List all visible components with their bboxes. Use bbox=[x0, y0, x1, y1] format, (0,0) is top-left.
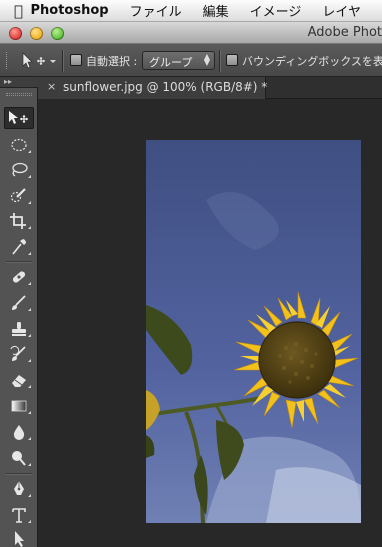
type-icon bbox=[12, 508, 26, 523]
type-tool[interactable] bbox=[4, 504, 34, 526]
path-selection-icon bbox=[15, 531, 24, 547]
eyedropper-icon bbox=[12, 239, 26, 255]
eyedropper-tool[interactable] bbox=[4, 236, 34, 258]
pen-tool[interactable] bbox=[4, 478, 34, 500]
blur-tool[interactable] bbox=[4, 421, 34, 443]
elliptical-marquee-tool[interactable] bbox=[4, 134, 34, 156]
document-tab-bar: × sunflower.jpg @ 100% (RGB/8#) * bbox=[38, 77, 382, 99]
crop-tool[interactable] bbox=[4, 210, 34, 232]
pen-icon bbox=[14, 481, 24, 495]
document-tab-label: sunflower.jpg @ 100% (RGB/8#) * bbox=[63, 80, 268, 94]
menu-layer[interactable]: レイヤ bbox=[322, 1, 361, 20]
close-icon[interactable]: × bbox=[47, 80, 56, 93]
menu-file[interactable]: ファイル bbox=[130, 1, 182, 20]
window-title-bar: Adobe Phot bbox=[0, 22, 382, 44]
lasso-icon bbox=[12, 162, 28, 177]
sunflower-photo[interactable] bbox=[146, 140, 361, 523]
move-icon bbox=[9, 111, 28, 124]
eraser-icon bbox=[12, 375, 26, 387]
spot-healing-brush-icon bbox=[12, 271, 26, 283]
mac-menu-bar:  Photoshop ファイル 編集 イメージ レイヤ bbox=[0, 0, 382, 22]
auto-select-label: 自動選択 : bbox=[86, 55, 138, 68]
window-close-button[interactable] bbox=[9, 27, 22, 40]
clone-stamp-tool[interactable] bbox=[4, 318, 34, 340]
dropdown-arrows-icon: ▲ ▼ bbox=[203, 52, 210, 67]
move-tool[interactable] bbox=[4, 107, 34, 129]
path-selection-tool[interactable] bbox=[4, 527, 34, 547]
tool-group-separator bbox=[6, 473, 32, 474]
spot-healing-brush-tool[interactable] bbox=[4, 266, 34, 288]
tool-group-separator bbox=[6, 261, 32, 262]
options-bar-grip[interactable] bbox=[6, 52, 9, 69]
tools-panel: ▸▸ bbox=[0, 77, 38, 547]
tools-panel-collapse[interactable]: ▸▸ bbox=[0, 77, 38, 88]
gradient-tool[interactable] bbox=[4, 395, 34, 417]
menu-app-photoshop[interactable]: Photoshop bbox=[31, 3, 109, 18]
tool-preset-picker[interactable] bbox=[20, 50, 60, 72]
lasso-tool[interactable] bbox=[4, 159, 34, 181]
options-separator bbox=[62, 50, 63, 72]
move-tool-preset-icon bbox=[22, 52, 56, 69]
window-title: Adobe Phot bbox=[307, 25, 382, 40]
bounding-box-checkbox[interactable] bbox=[226, 54, 238, 66]
window-zoom-button[interactable] bbox=[51, 27, 64, 40]
history-brush-icon bbox=[10, 345, 26, 361]
menu-edit[interactable]: 編集 bbox=[203, 1, 229, 20]
elliptical-marquee-icon bbox=[11, 138, 27, 152]
quick-selection-icon bbox=[10, 188, 26, 203]
document-tab[interactable]: × sunflower.jpg @ 100% (RGB/8#) * bbox=[38, 77, 268, 99]
options-separator bbox=[219, 50, 220, 72]
apple-menu-icon[interactable]:  bbox=[14, 2, 31, 20]
blur-icon bbox=[13, 425, 25, 440]
auto-select-target-value: グループ bbox=[149, 56, 193, 69]
quick-selection-tool[interactable] bbox=[4, 185, 34, 207]
brush-tool[interactable] bbox=[4, 292, 34, 314]
options-bar: 自動選択 : グループ ▲ ▼ バウンディングボックスを表 bbox=[0, 44, 382, 77]
brush-icon bbox=[12, 295, 26, 310]
dodge-tool[interactable] bbox=[4, 447, 34, 469]
sunflower-image bbox=[146, 140, 361, 523]
auto-select-checkbox[interactable] bbox=[70, 54, 82, 66]
eraser-tool[interactable] bbox=[4, 369, 34, 391]
window-minimize-button[interactable] bbox=[30, 27, 43, 40]
clone-stamp-icon bbox=[12, 322, 26, 336]
document-canvas-area[interactable] bbox=[38, 99, 382, 547]
history-brush-tool[interactable] bbox=[4, 343, 34, 365]
menu-image[interactable]: イメージ bbox=[250, 1, 302, 20]
crop-icon bbox=[10, 213, 26, 229]
dodge-icon bbox=[12, 451, 26, 466]
gradient-icon bbox=[11, 400, 27, 412]
tools-panel-grip[interactable] bbox=[6, 93, 32, 96]
bounding-box-label: バウンディングボックスを表 bbox=[242, 55, 382, 68]
auto-select-target-dropdown[interactable]: グループ ▲ ▼ bbox=[142, 51, 215, 70]
